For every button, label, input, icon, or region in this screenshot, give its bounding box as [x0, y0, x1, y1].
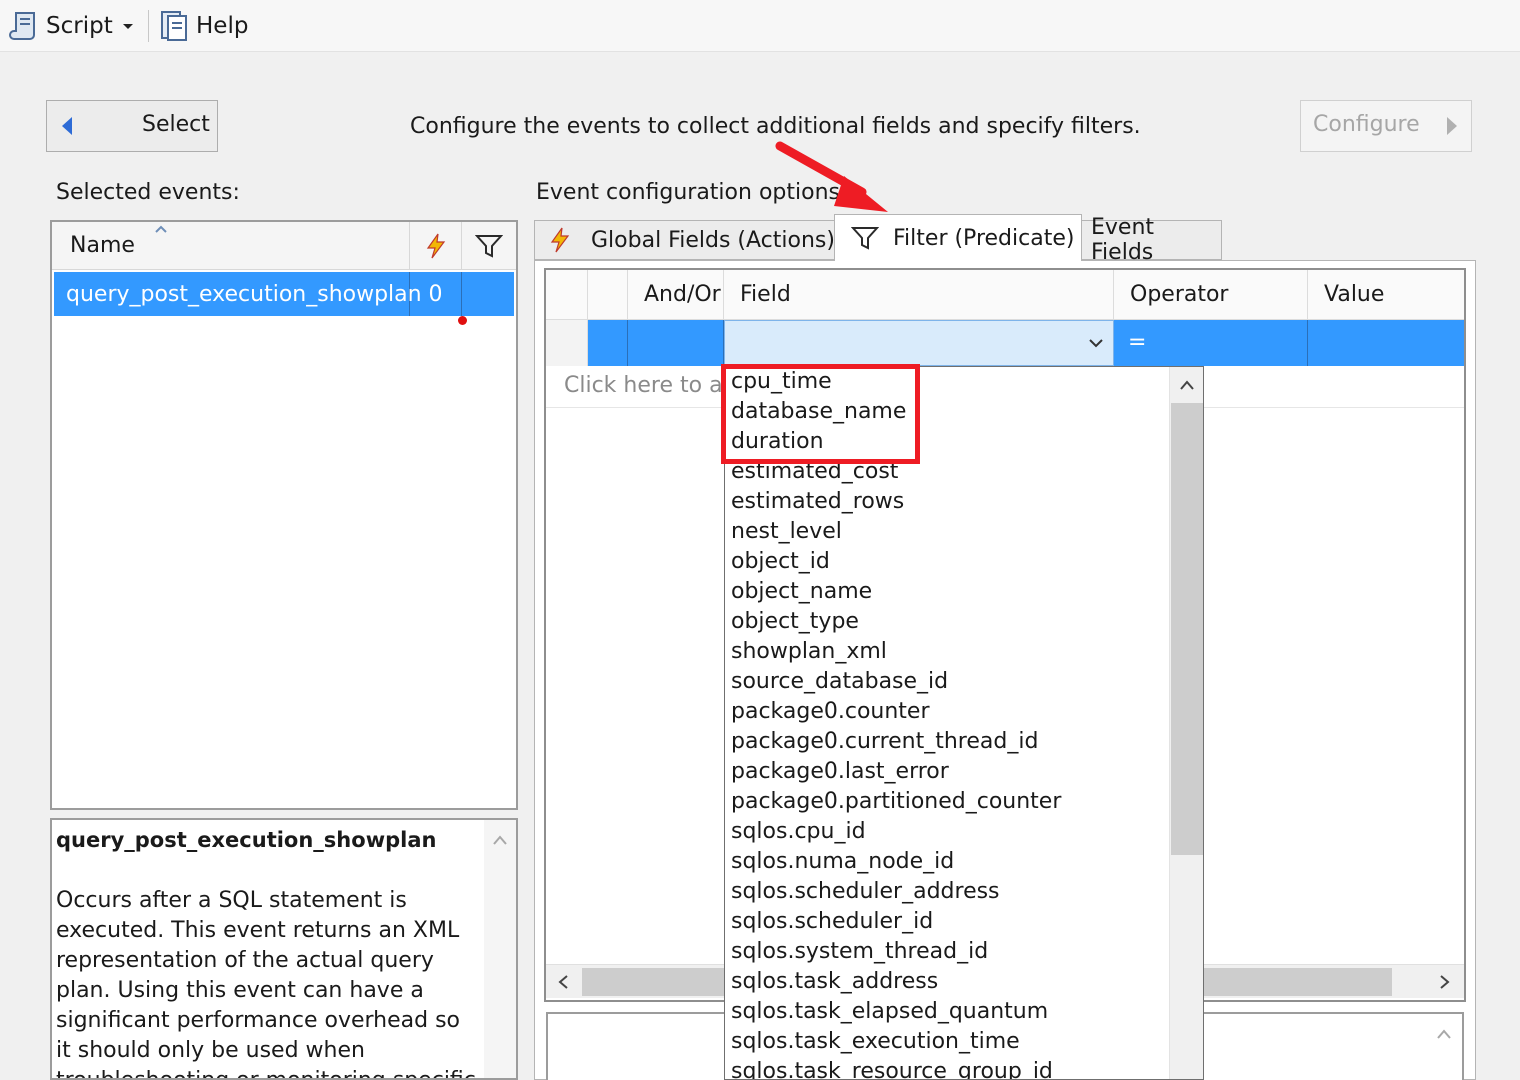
field-option[interactable]: showplan_xml — [725, 637, 1203, 667]
description-body: Occurs after a SQL statement is executed… — [56, 888, 476, 1078]
grid-corner-header — [546, 270, 588, 320]
field-option[interactable]: sqlos.cpu_id — [725, 817, 1203, 847]
next-arrow-icon — [1447, 117, 1457, 135]
operator-header-label: Operator — [1130, 282, 1229, 307]
help-book-icon — [161, 11, 187, 41]
tab-filter-predicate-label: Filter (Predicate) — [893, 225, 1075, 251]
actions-column-header[interactable] — [410, 222, 462, 270]
field-option[interactable]: sqlos.numa_node_id — [725, 847, 1203, 877]
lightning-bolt-icon — [426, 233, 445, 258]
and-or-column-header[interactable]: And/Or — [628, 270, 724, 320]
field-option[interactable]: sqlos.task_elapsed_quantum — [725, 997, 1203, 1027]
name-header-label: Name — [70, 233, 135, 258]
back-select-button[interactable]: Select — [46, 100, 218, 152]
scroll-up-icon — [1180, 380, 1194, 390]
row-header-cell[interactable] — [546, 320, 588, 366]
event-name: query_post_execution_showplan — [66, 281, 422, 307]
event-name-cell: query_post_execution_showplan — [54, 272, 422, 316]
field-option[interactable]: nest_level — [725, 517, 1203, 547]
field-option[interactable]: sqlos.task_execution_time — [725, 1027, 1203, 1057]
instruction-text: Configure the events to collect addition… — [410, 114, 1141, 139]
description-title: query_post_execution_showplan — [56, 828, 437, 852]
tab-event-fields-label: Event Fields — [1091, 215, 1155, 265]
event-actions-count-cell: 0 — [410, 272, 462, 316]
filter-column-header[interactable] — [462, 222, 516, 270]
value-header-label: Value — [1324, 282, 1385, 307]
script-button[interactable]: Script — [8, 6, 113, 46]
dropdown-arrow-icon — [123, 24, 133, 29]
tab-global-fields[interactable]: Global Fields (Actions) — [534, 220, 836, 260]
dropdown-vertical-scrollbar[interactable] — [1169, 367, 1203, 1079]
lightning-bolt-icon — [550, 227, 570, 253]
script-label: Script — [46, 13, 113, 39]
configure-next-button[interactable]: Configure — [1300, 100, 1472, 152]
description-scrollbar[interactable] — [484, 820, 516, 1078]
back-select-label: Select — [142, 112, 210, 137]
field-combobox[interactable] — [724, 320, 1114, 366]
field-option[interactable]: estimated_rows — [725, 487, 1203, 517]
filter-indicator-dot — [458, 316, 467, 325]
operator-value: = — [1128, 330, 1147, 355]
field-option[interactable]: sqlos.scheduler_address — [725, 877, 1203, 907]
field-column-header[interactable]: Field — [724, 270, 1114, 320]
help-label: Help — [196, 13, 249, 39]
red-arrow-icon — [775, 141, 888, 212]
field-dropdown-list[interactable]: cpu_time database_name duration estimated_c… — [724, 366, 1204, 1080]
field-option[interactable]: object_type — [725, 607, 1203, 637]
field-option[interactable]: sqlos.task_address — [725, 967, 1203, 997]
event-actions-count: 0 — [428, 281, 443, 307]
toolbar-separator — [148, 10, 149, 42]
operator-column-header[interactable]: Operator — [1114, 270, 1308, 320]
filter-funnel-icon — [851, 227, 879, 250]
field-option[interactable]: sqlos.system_thread_id — [725, 937, 1203, 967]
scroll-right-icon — [1440, 975, 1450, 989]
grid-blank-header — [588, 270, 628, 320]
value-cell[interactable] — [1308, 320, 1464, 366]
selected-events-label: Selected events: — [56, 180, 240, 205]
back-arrow-icon — [62, 117, 72, 135]
help-button[interactable]: Help — [158, 6, 248, 46]
chevron-down-icon — [1089, 339, 1103, 348]
and-or-header-label: And/Or — [644, 282, 721, 307]
event-description-panel: query_post_execution_showplan Occurs aft… — [50, 818, 518, 1080]
row-and-or-cell[interactable] — [628, 320, 724, 366]
script-icon — [9, 12, 35, 40]
vertical-scroll-thumb[interactable] — [1171, 403, 1203, 855]
event-filter-cell — [462, 272, 514, 316]
scroll-up-icon — [493, 835, 507, 845]
field-options: cpu_time database_name duration estimated_c… — [725, 367, 1203, 1079]
sort-ascending-icon — [155, 225, 167, 233]
field-option[interactable]: package0.last_error — [725, 757, 1203, 787]
row-blank-cell[interactable] — [588, 320, 628, 366]
field-option[interactable]: sqlos.task_resource_group_id — [725, 1057, 1203, 1079]
selected-events-list: Name query_post_execution_showplan 0 — [50, 220, 518, 810]
scroll-up-icon — [1437, 1029, 1451, 1039]
field-option[interactable]: sqlos.scheduler_id — [725, 907, 1203, 937]
name-column-header[interactable]: Name — [52, 222, 410, 270]
field-option[interactable]: object_id — [725, 547, 1203, 577]
field-option[interactable]: package0.partitioned_counter — [725, 787, 1203, 817]
field-option[interactable]: object_name — [725, 577, 1203, 607]
tab-event-fields[interactable]: Event Fields — [1080, 215, 1222, 265]
toolbar: Script Help — [0, 0, 1520, 52]
event-row-selected[interactable]: query_post_execution_showplan 0 — [54, 272, 514, 316]
field-option[interactable]: source_database_id — [725, 667, 1203, 697]
value-column-header[interactable]: Value — [1308, 270, 1464, 320]
tab-filter-predicate[interactable]: Filter (Predicate) — [834, 214, 1082, 261]
field-option[interactable]: package0.current_thread_id — [725, 727, 1203, 757]
operator-cell[interactable]: = — [1114, 320, 1308, 366]
field-option[interactable]: package0.counter — [725, 697, 1203, 727]
configure-label: Configure — [1313, 112, 1420, 137]
scroll-left-icon — [558, 975, 568, 989]
script-dropdown-button[interactable] — [118, 6, 138, 46]
filter-funnel-icon — [475, 234, 503, 258]
highlight-box — [721, 364, 920, 464]
tab-global-fields-label: Global Fields (Actions) — [591, 227, 835, 253]
field-header-label: Field — [740, 282, 791, 307]
